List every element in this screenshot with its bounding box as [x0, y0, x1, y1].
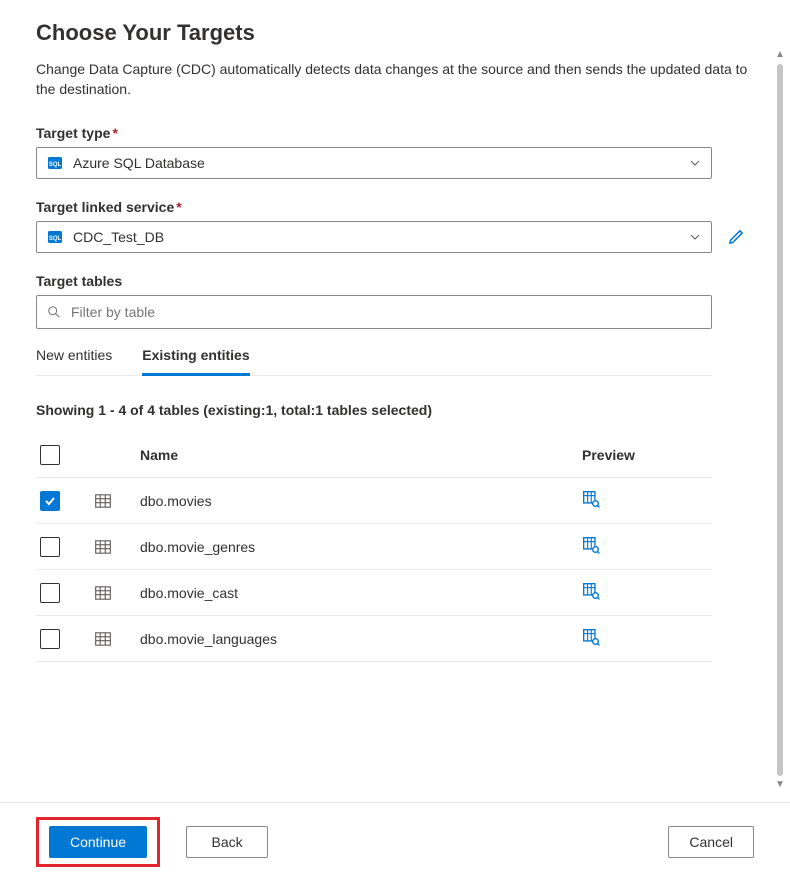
table-row: dbo.movie_cast: [36, 570, 712, 616]
filter-by-table-input[interactable]: [69, 303, 701, 321]
preview-data-icon: [582, 582, 600, 600]
table-icon: [94, 538, 112, 556]
preview-button[interactable]: [582, 628, 600, 646]
preview-button[interactable]: [582, 536, 600, 554]
pencil-icon: [727, 228, 745, 246]
preview-data-icon: [582, 628, 600, 646]
target-type-value: Azure SQL Database: [73, 155, 689, 171]
row-checkbox[interactable]: [40, 629, 60, 649]
dialog-footer: Continue Back Cancel: [0, 802, 790, 880]
linked-service-label: Target linked service*: [36, 199, 754, 215]
table-row: dbo.movie_genres: [36, 524, 712, 570]
table-row: dbo.movies: [36, 478, 712, 524]
cancel-button[interactable]: Cancel: [668, 826, 754, 858]
column-header-name: Name: [140, 447, 582, 463]
row-name: dbo.movie_languages: [140, 631, 582, 647]
row-name: dbo.movie_cast: [140, 585, 582, 601]
preview-data-icon: [582, 536, 600, 554]
row-checkbox[interactable]: [40, 537, 60, 557]
chevron-down-icon: [689, 231, 701, 243]
table-icon: [94, 630, 112, 648]
highlight-annotation: Continue: [36, 817, 160, 867]
select-all-checkbox[interactable]: [40, 445, 60, 465]
scroll-down-arrow-icon[interactable]: ▼: [775, 780, 785, 790]
column-header-preview: Preview: [582, 447, 712, 463]
required-indicator: *: [112, 125, 117, 141]
linked-service-select[interactable]: SQL CDC_Test_DB: [36, 221, 712, 253]
vertical-scrollbar[interactable]: ▲ ▼: [776, 50, 784, 790]
back-button[interactable]: Back: [186, 826, 268, 858]
row-checkbox[interactable]: [40, 491, 60, 511]
row-name: dbo.movie_genres: [140, 539, 582, 555]
preview-data-icon: [582, 490, 600, 508]
row-checkbox[interactable]: [40, 583, 60, 603]
sql-database-icon: SQL: [47, 155, 63, 171]
scroll-up-arrow-icon[interactable]: ▲: [775, 50, 785, 60]
scrollbar-thumb[interactable]: [777, 64, 783, 776]
target-type-label: Target type*: [36, 125, 754, 141]
svg-text:SQL: SQL: [49, 236, 62, 242]
page-title: Choose Your Targets: [36, 20, 754, 46]
sql-database-icon: SQL: [47, 229, 63, 245]
required-indicator: *: [176, 199, 181, 215]
search-icon: [47, 305, 61, 319]
target-type-select[interactable]: SQL Azure SQL Database: [36, 147, 712, 179]
linked-service-value: CDC_Test_DB: [73, 229, 689, 245]
row-name: dbo.movies: [140, 493, 582, 509]
preview-button[interactable]: [582, 582, 600, 600]
preview-button[interactable]: [582, 490, 600, 508]
tab-new-entities[interactable]: New entities: [36, 339, 112, 376]
filter-input-wrapper[interactable]: [36, 295, 712, 329]
target-tables-label: Target tables: [36, 273, 754, 289]
table-summary: Showing 1 - 4 of 4 tables (existing:1, t…: [36, 402, 754, 418]
table-icon: [94, 492, 112, 510]
table-row: dbo.movie_languages: [36, 616, 712, 662]
table-icon: [94, 584, 112, 602]
continue-button[interactable]: Continue: [49, 826, 147, 858]
tab-existing-entities[interactable]: Existing entities: [142, 339, 249, 376]
tables-grid: Name Preview dbo.movies dbo.movie_genresd…: [36, 432, 712, 662]
svg-text:SQL: SQL: [49, 162, 62, 168]
page-description: Change Data Capture (CDC) automatically …: [36, 60, 754, 99]
chevron-down-icon: [689, 157, 701, 169]
edit-linked-service-button[interactable]: [722, 223, 750, 251]
